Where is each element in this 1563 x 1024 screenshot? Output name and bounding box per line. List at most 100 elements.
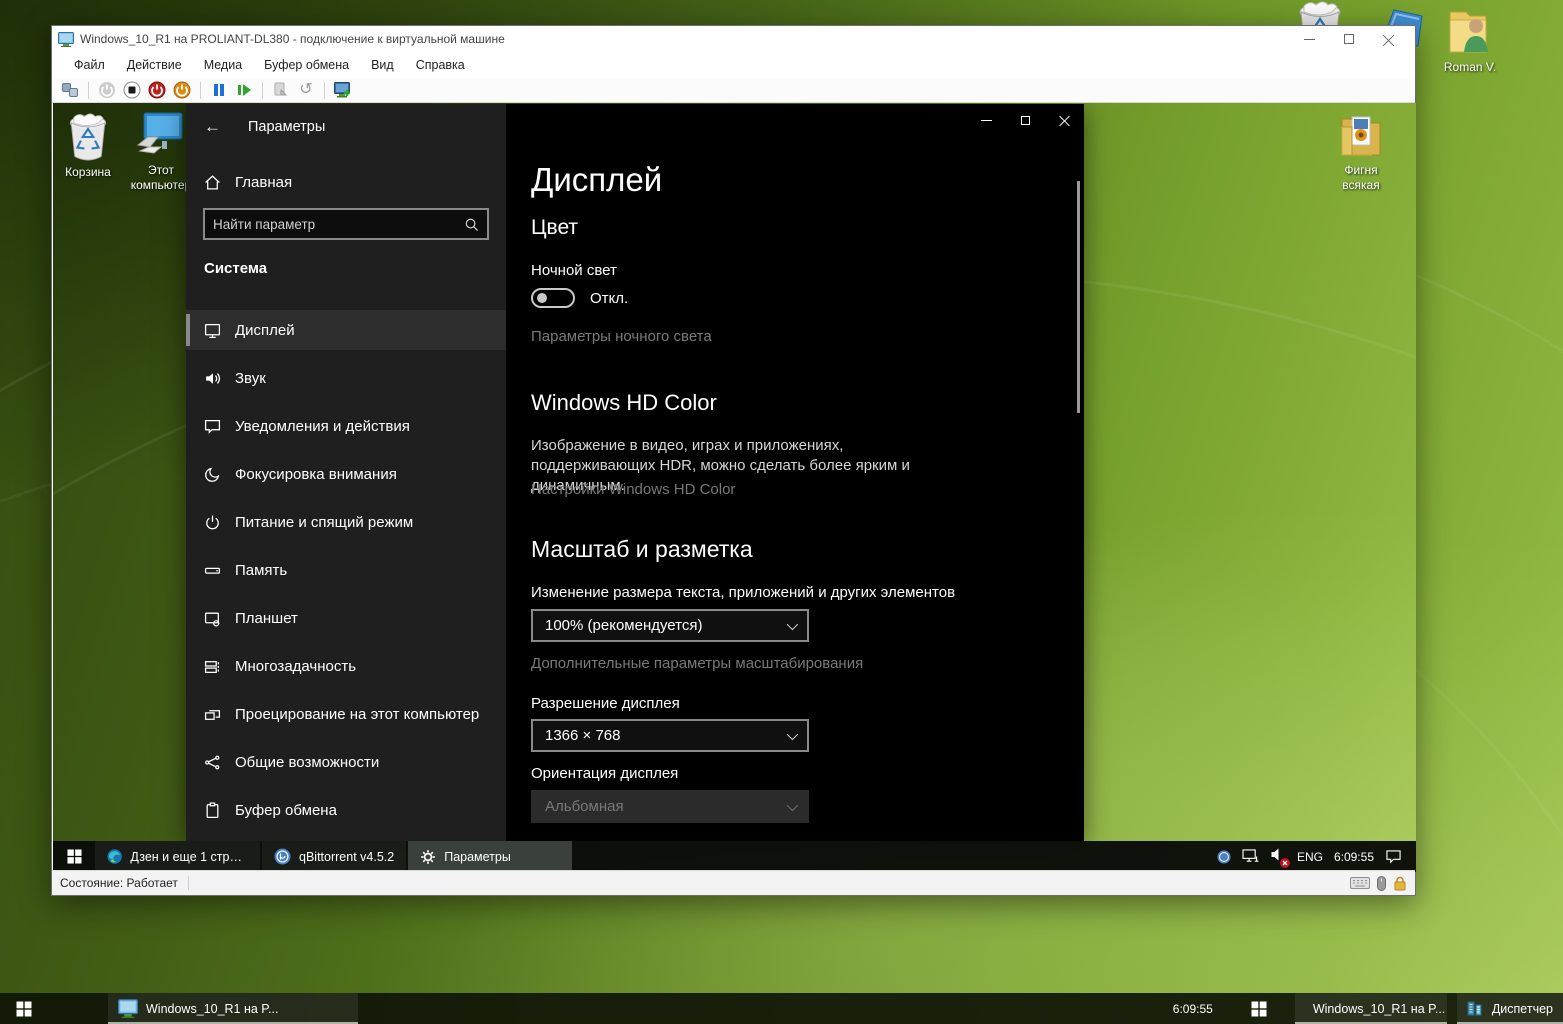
settings-maximize-button[interactable] (1006, 104, 1045, 136)
menu-file[interactable]: Файл (64, 54, 115, 76)
monitor2-start-button[interactable] (1235, 993, 1283, 1024)
menu-clipboard[interactable]: Буфер обмена (254, 54, 359, 76)
back-arrow-icon[interactable]: ← (204, 117, 230, 137)
night-light-toggle[interactable] (531, 288, 575, 308)
settings-scrollbar[interactable] (1077, 181, 1080, 413)
menu-action[interactable]: Действие (117, 54, 192, 76)
resolution-dropdown[interactable]: 1366 × 768 (531, 719, 809, 752)
hdr-settings-link[interactable]: Настройки Windows HD Color (531, 481, 735, 498)
settings-main: Дисплей Цвет Ночной свет Откл. Параметры… (506, 104, 1084, 841)
sidebar-item-label: Буфер обмена (235, 802, 337, 819)
taskbar-item-edge[interactable]: Дзен и еще 1 страни... (95, 841, 260, 872)
sidebar-item-notifications[interactable]: Уведомления и действия (186, 406, 506, 446)
language-indicator[interactable]: ENG (1297, 850, 1323, 864)
monitor2-taskbar-item-taskmanager[interactable]: Диспетчер (1457, 993, 1563, 1024)
vm-maximize-button[interactable] (1329, 29, 1369, 49)
turn-off-vm-button[interactable] (122, 80, 142, 100)
resume-icon (237, 83, 252, 97)
toolbar-separator (88, 82, 89, 99)
toolbar-separator (262, 82, 263, 99)
sidebar-item-clipboard[interactable]: Буфер обмена (186, 790, 506, 830)
close-icon (1383, 33, 1395, 45)
vmconnect-app-icon (118, 999, 138, 1018)
mute-badge (1280, 858, 1290, 868)
taskbar-item-settings[interactable]: Параметры (408, 841, 572, 872)
sidebar-item-sound[interactable]: Звук (186, 358, 506, 398)
vm-statusbar: Состояние: Работает (52, 870, 1415, 895)
taskbar-item-label: Windows_10_R1 на P... (146, 1002, 278, 1016)
vm-window-title: Windows_10_R1 на PROLIANT-DL380 - подклю… (80, 32, 1289, 46)
vm-titlebar[interactable]: Windows_10_R1 на PROLIANT-DL380 - подклю… (52, 26, 1415, 52)
sidebar-item-focus-assist[interactable]: Фокусировка внимания (186, 454, 506, 494)
revert-icon: ↺ (299, 82, 312, 98)
settings-search-box[interactable] (203, 208, 489, 240)
enhanced-session-button[interactable] (333, 80, 353, 100)
checkpoint-button[interactable] (271, 80, 291, 100)
host-screen: Roman V. p Windows_10_R1 на PROLIANT-DL3… (0, 0, 1563, 1024)
mouse-capture-icon[interactable] (1377, 876, 1386, 891)
chevron-down-icon (787, 618, 798, 629)
sidebar-item-display[interactable]: Дисплей (186, 310, 506, 350)
vm-toolbar: ↺ (52, 78, 1415, 103)
qbittorrent-icon (274, 848, 291, 865)
sidebar-item-projecting[interactable]: Проецирование на этот компьютер (186, 694, 506, 734)
guest-taskbar: Дзен и еще 1 страни... qBittorrent v4.5.… (53, 841, 1416, 872)
sidebar-item-shared-experiences[interactable]: Общие возможности (186, 742, 506, 782)
revert-vm-button[interactable]: ↺ (296, 80, 316, 100)
sidebar-item-multitasking[interactable]: Многозадачность (186, 646, 506, 686)
volume-muted-icon[interactable] (1270, 847, 1286, 867)
start-vm-button[interactable] (97, 80, 117, 100)
host-start-button[interactable] (0, 993, 48, 1024)
menu-help[interactable]: Справка (406, 54, 475, 76)
lock-icon[interactable] (1393, 876, 1407, 891)
vm-status-text: Состояние: Работает (60, 876, 189, 890)
advanced-scaling-link[interactable]: Дополнительные параметры масштабирования (531, 655, 863, 672)
orientation-dropdown: Альбомная (531, 790, 809, 823)
ctrl-alt-del-button[interactable] (60, 80, 80, 100)
pause-icon (212, 83, 226, 97)
guest-recycle-bin[interactable]: Корзина (53, 111, 123, 180)
maximize-icon (1344, 34, 1354, 44)
host-clock[interactable]: 6:09:55 (1159, 993, 1227, 1024)
scale-dropdown[interactable]: 100% (рекомендуется) (531, 609, 809, 642)
clock[interactable]: 6:09:55 (1334, 850, 1374, 864)
guest-this-pc[interactable]: Этот компьютер (127, 111, 195, 193)
taskbar-item-qbittorrent[interactable]: qBittorrent v4.5.2 (262, 841, 406, 872)
toolbar-separator (324, 82, 325, 99)
pause-vm-button[interactable] (209, 80, 229, 100)
windows-start-icon (1251, 1001, 1267, 1017)
monitor2-taskbar-item-vmconnect[interactable]: Windows_10_R1 на P... (1295, 993, 1447, 1024)
taskbar-item-label: Дзен и еще 1 страни... (130, 850, 248, 864)
stop-icon (123, 81, 141, 99)
search-icon[interactable] (464, 217, 479, 232)
keyboard-capture-icon[interactable] (1350, 877, 1370, 889)
home-icon (204, 174, 221, 191)
minimize-icon (1304, 39, 1315, 40)
save-vm-state-button[interactable] (172, 80, 192, 100)
vm-minimize-button[interactable] (1289, 29, 1329, 49)
settings-minimize-button[interactable] (967, 104, 1006, 136)
network-icon[interactable] (1242, 849, 1259, 864)
minimize-icon (981, 120, 992, 121)
resume-vm-button[interactable] (234, 80, 254, 100)
settings-close-button[interactable] (1045, 104, 1084, 136)
guest-start-button[interactable] (53, 841, 95, 872)
menu-view[interactable]: Вид (361, 54, 404, 76)
host-user-folder[interactable]: Roman V. (1432, 6, 1508, 75)
maximize-icon (1021, 116, 1030, 125)
vm-close-button[interactable] (1369, 29, 1409, 49)
qbittorrent-tray-icon[interactable] (1217, 850, 1231, 864)
menu-media[interactable]: Медиа (194, 54, 252, 76)
search-input[interactable] (205, 217, 464, 232)
tablet-icon (204, 610, 221, 627)
sidebar-item-home[interactable]: Главная (186, 162, 506, 202)
night-light-settings-link[interactable]: Параметры ночного света (531, 328, 712, 345)
shut-down-vm-button[interactable] (147, 80, 167, 100)
sidebar-item-tablet[interactable]: Планшет (186, 598, 506, 638)
host-taskbar-item-vmconnect[interactable]: Windows_10_R1 на P... (108, 993, 358, 1024)
guest-folder-fignya[interactable]: Фигня всякая (1327, 111, 1395, 193)
action-center-icon[interactable] (1385, 849, 1402, 864)
sidebar-item-power[interactable]: Питание и спящий режим (186, 502, 506, 542)
sidebar-item-storage[interactable]: Память (186, 550, 506, 590)
edge-browser-icon (107, 848, 122, 865)
